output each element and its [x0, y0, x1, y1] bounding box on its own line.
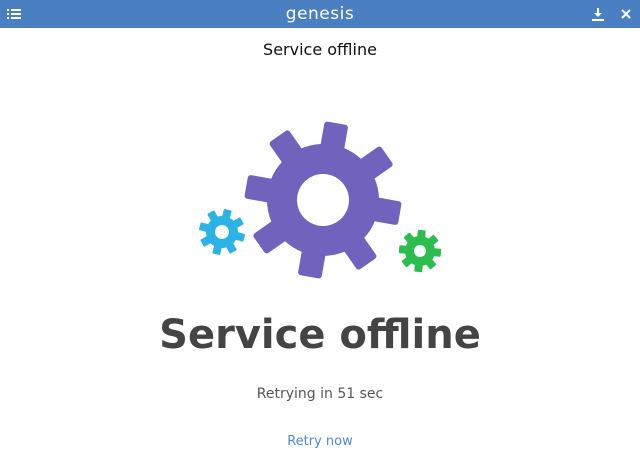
- close-button[interactable]: [617, 5, 635, 23]
- small-blue-gear-icon: [198, 208, 246, 256]
- list-icon: [7, 9, 21, 19]
- title-bar: genesis: [0, 0, 640, 28]
- window-title: genesis: [285, 4, 355, 24]
- menu-button[interactable]: [6, 6, 22, 22]
- download-icon: [592, 7, 604, 21]
- page-title: Service offline: [263, 40, 377, 59]
- retry-countdown: Retrying in 51 sec: [256, 386, 384, 402]
- download-button[interactable]: [589, 5, 607, 23]
- small-green-gear-icon: [398, 229, 442, 273]
- close-icon: [621, 9, 631, 19]
- retry-now-link[interactable]: Retry now: [270, 434, 370, 449]
- large-gear-icon: [244, 121, 402, 279]
- gears-illustration: [190, 112, 450, 282]
- offline-headline: Service offline: [159, 312, 481, 358]
